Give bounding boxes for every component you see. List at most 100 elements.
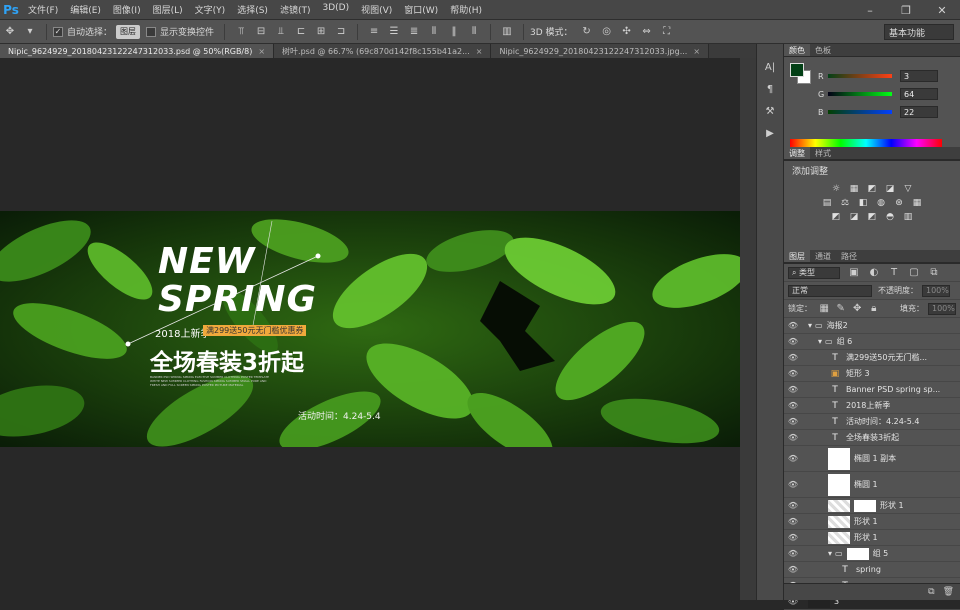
align-top-icon[interactable]: ⫪ (233, 25, 249, 39)
distribute-left-icon[interactable]: ⫴ (426, 25, 442, 39)
paragraph-icon[interactable]: ¶ (760, 80, 780, 98)
visibility-eye-icon[interactable]: 👁︎ (784, 533, 802, 542)
layer-row[interactable]: 👁︎ T 活动时间：4.24-5.4 (784, 414, 960, 430)
filter-smart-icon[interactable]: ⧉ (926, 266, 942, 280)
distribute-top-icon[interactable]: ≡ (366, 25, 382, 39)
visibility-eye-icon[interactable]: 👁︎ (784, 401, 802, 410)
opacity-input[interactable]: 100% (922, 284, 950, 297)
lock-transparent-icon[interactable]: ▦ (818, 302, 831, 316)
auto-select-dropdown[interactable]: 图层 (116, 24, 141, 39)
threshold-icon[interactable]: ◩ (866, 212, 878, 222)
black-white-icon[interactable]: ◧ (857, 198, 869, 208)
distribute-bottom-icon[interactable]: ≣ (406, 25, 422, 39)
tool-preset-dropdown-icon[interactable]: ▾ (22, 25, 38, 39)
layer-row[interactable]: 👁︎ ▾ ▭ 组 6 (784, 334, 960, 350)
close-tab-icon[interactable]: × (693, 47, 700, 56)
visibility-eye-icon[interactable]: 👁︎ (784, 369, 802, 378)
fill-input[interactable]: 100% (928, 302, 956, 315)
layer-row[interactable]: 👁︎ 椭圆 1 (784, 472, 960, 498)
3d-roll-icon[interactable]: ◎ (599, 25, 615, 39)
layers-panel-tab[interactable]: 通道 (810, 250, 836, 262)
color-panel-tab[interactable]: 颜色 (784, 44, 810, 56)
expand-arrow-icon[interactable]: ▾ (828, 549, 832, 558)
red-slider[interactable] (828, 74, 892, 78)
color-lookup-icon[interactable]: ▦ (911, 198, 923, 208)
distribute-vcenter-icon[interactable]: ☰ (386, 25, 402, 39)
visibility-eye-icon[interactable]: 👁︎ (784, 385, 802, 394)
green-value[interactable]: 64 (900, 88, 938, 100)
expand-arrow-icon[interactable]: ▾ (818, 337, 822, 346)
menu-item[interactable]: 文字(Y) (189, 3, 232, 16)
close-icon[interactable]: ✕ (924, 0, 960, 20)
close-tab-icon[interactable]: × (258, 47, 265, 56)
auto-select-checkbox[interactable]: ✓ (53, 26, 63, 37)
adjustments-panel-tab[interactable]: 调整 (784, 147, 810, 159)
move-tool-icon[interactable]: ✥ (2, 25, 18, 39)
menu-item[interactable]: 图层(L) (147, 3, 189, 16)
layer-row[interactable]: 👁︎ 形状 1 (784, 514, 960, 530)
expand-arrow-icon[interactable]: ▾ (808, 321, 812, 330)
curves-icon[interactable]: ◩ (866, 184, 878, 194)
workspace-dropdown[interactable]: 基本功能 (884, 24, 954, 40)
canvas-scrollbar[interactable] (740, 58, 756, 600)
visibility-eye-icon[interactable]: 👁︎ (784, 321, 802, 330)
document-tab[interactable]: Nipic_9624929_20180423122247312033.psd @… (0, 44, 275, 58)
canvas-area[interactable]: NEW SPRING 2018上新季 满299送50元无门槛优惠券 全场春装3折… (0, 58, 756, 600)
lock-position-icon[interactable]: ✥ (851, 302, 864, 316)
visibility-eye-icon[interactable]: 👁︎ (784, 417, 802, 426)
layer-row[interactable]: 👁︎ Tspring (784, 562, 960, 578)
filter-shape-icon[interactable]: ▢ (906, 266, 922, 280)
selective-color-icon[interactable]: ◓ (884, 212, 896, 222)
visibility-eye-icon[interactable]: 👁︎ (784, 501, 802, 510)
menu-item[interactable]: 滤镜(T) (274, 3, 317, 16)
layer-row[interactable]: 👁︎ T 2018上新季 (784, 398, 960, 414)
visibility-eye-icon[interactable]: 👁︎ (784, 353, 802, 362)
menu-item[interactable]: 视图(V) (355, 3, 398, 16)
blue-slider[interactable] (828, 110, 892, 114)
layer-row[interactable]: 👁︎ ▣ 矩形 3 (784, 366, 960, 382)
distribute-right-icon[interactable]: ⦀ (466, 25, 482, 39)
layer-row[interactable]: 👁︎ T Banner PSD spring sp... (784, 382, 960, 398)
align-left-icon[interactable]: ⊏ (293, 25, 309, 39)
photo-filter-icon[interactable]: ◍ (875, 198, 887, 208)
tool-presets-icon[interactable]: ⚒ (760, 102, 780, 120)
layer-filter-dropdown[interactable]: ⌕ 类型 (788, 266, 840, 279)
delete-layer-icon[interactable]: 🗑︎ (943, 587, 954, 597)
red-value[interactable]: 3 (900, 70, 938, 82)
auto-align-icon[interactable]: ▥ (499, 25, 515, 39)
align-right-icon[interactable]: ⊐ (333, 25, 349, 39)
foreground-color-swatch[interactable] (790, 63, 804, 77)
visibility-eye-icon[interactable]: 👁︎ (784, 454, 802, 463)
menu-item[interactable]: 帮助(H) (444, 3, 488, 16)
layers-panel-tab[interactable]: 图层 (784, 250, 810, 262)
visibility-eye-icon[interactable]: 👁︎ (784, 517, 802, 526)
layer-thumbnail[interactable] (828, 531, 850, 544)
layer-row[interactable]: 👁︎ 形状 1 (784, 498, 960, 514)
3d-rotate-icon[interactable]: ↻ (579, 25, 595, 39)
document-tab[interactable]: Nipic_9624929_20180423122247312033.jpg..… (491, 44, 710, 58)
invert-icon[interactable]: ◩ (830, 212, 842, 222)
color-balance-icon[interactable]: ⚖ (839, 198, 851, 208)
layer-mask-thumbnail[interactable] (846, 547, 869, 560)
layer-thumbnail[interactable] (828, 499, 850, 512)
layer-row[interactable]: 👁︎ T 全场春装3折起 (784, 430, 960, 446)
levels-icon[interactable]: ▦ (848, 184, 860, 194)
align-bottom-icon[interactable]: ⫫ (273, 25, 289, 39)
gradient-map-icon[interactable]: ▥ (902, 212, 914, 222)
layer-row[interactable]: 👁︎ 椭圆 1 副本 (784, 446, 960, 472)
layer-thumbnail[interactable] (828, 515, 850, 528)
visibility-eye-icon[interactable]: 👁︎ (784, 565, 802, 574)
close-tab-icon[interactable]: × (476, 47, 483, 56)
layers-panel-tab[interactable]: 路径 (836, 250, 862, 262)
3d-pan-icon[interactable]: ✣ (619, 25, 635, 39)
visibility-eye-icon[interactable]: 👁︎ (784, 433, 802, 442)
menu-item[interactable]: 3D(D) (316, 3, 355, 16)
distribute-hcenter-icon[interactable]: ‖ (446, 25, 462, 39)
blue-value[interactable]: 22 (900, 106, 938, 118)
visibility-eye-icon[interactable]: 👁︎ (784, 337, 802, 346)
adjustments-panel-tab[interactable]: 样式 (810, 147, 836, 159)
minimize-icon[interactable]: – (852, 0, 888, 20)
3d-scale-icon[interactable]: ⛶ (659, 25, 675, 39)
actions-icon[interactable]: ▶ (760, 124, 780, 142)
exposure-icon[interactable]: ◪ (884, 184, 896, 194)
